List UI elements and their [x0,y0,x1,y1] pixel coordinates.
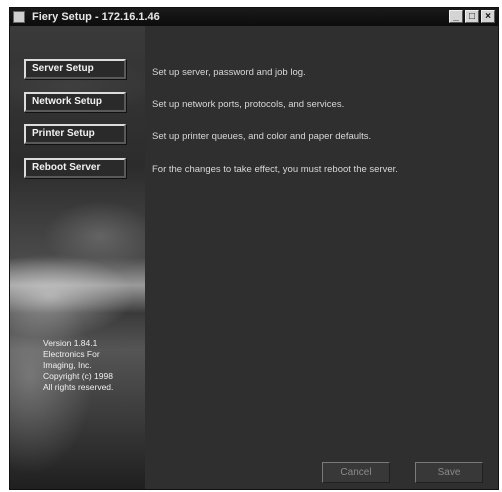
server-setup-button[interactable]: Server Setup [24,59,126,79]
version-number: Version 1.84.1 [43,338,98,348]
save-button[interactable]: Save [415,462,483,483]
server-setup-description: Set up server, password and job log. [152,67,306,78]
title-bar[interactable]: Fiery Setup - 172.16.1.46 _ □ × [10,8,498,26]
fiery-setup-window: Fiery Setup - 172.16.1.46 _ □ × Server S… [9,7,499,490]
network-setup-button[interactable]: Network Setup [24,92,126,112]
copyright-line: Copyright (c) 1998 [43,371,113,381]
network-setup-description: Set up network ports, protocols, and ser… [152,99,345,110]
printer-setup-button[interactable]: Printer Setup [24,124,126,144]
reboot-server-button[interactable]: Reboot Server [24,158,126,178]
rights-line: All rights reserved. [43,382,114,392]
window-controls: _ □ × [449,10,495,23]
close-icon[interactable]: × [481,10,495,23]
cancel-button[interactable]: Cancel [322,462,390,483]
company-line-2: Imaging, Inc. [43,360,92,370]
printer-setup-description: Set up printer queues, and color and pap… [152,131,372,142]
window-title: Fiery Setup - 172.16.1.46 [32,11,160,23]
company-line-1: Electronics For [43,349,100,359]
reboot-server-description: For the changes to take effect, you must… [152,164,398,175]
version-info: Version 1.84.1 Electronics For Imaging, … [43,338,143,393]
minimize-icon[interactable]: _ [449,10,463,23]
app-icon [13,11,25,23]
maximize-icon[interactable]: □ [465,10,479,23]
